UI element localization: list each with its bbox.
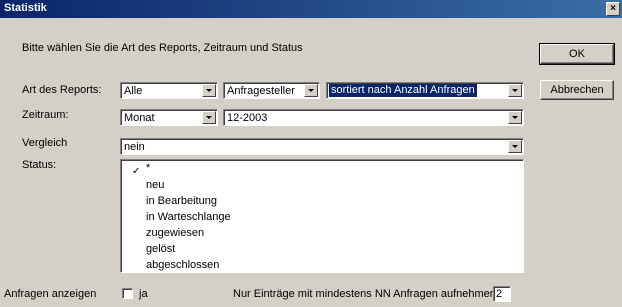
art-label: Art des Reports:: [22, 84, 102, 96]
anfragesteller-value: Anfragesteller: [227, 85, 295, 97]
chevron-down-icon[interactable]: [508, 140, 522, 153]
sortierung-select[interactable]: sortiert nach Anzahl Anfragen: [326, 82, 524, 99]
min-anfragen-input[interactable]: 2: [493, 286, 511, 302]
anfragesteller-select[interactable]: Anfragesteller: [223, 82, 320, 99]
status-label: Status:: [22, 159, 57, 171]
zeitraum-label: Zeitraum:: [22, 109, 69, 121]
status-item-abgeschlossen[interactable]: abgeschlossen: [146, 259, 219, 271]
status-listbox[interactable]: ✓ * neu in Bearbeitung in Warteschlange …: [120, 159, 524, 273]
chevron-down-icon[interactable]: [508, 84, 522, 97]
close-icon[interactable]: ×: [606, 2, 620, 16]
zeitraum-wert-select[interactable]: 12-2003: [223, 109, 524, 126]
cancel-button[interactable]: Abbrechen: [540, 80, 614, 100]
title-bar: Statistik ×: [0, 0, 622, 18]
status-item-in-bearbeitung[interactable]: in Bearbeitung: [146, 195, 217, 207]
chevron-down-icon[interactable]: [508, 111, 522, 124]
ja-label: ja: [139, 288, 148, 300]
zeitraum-wert-value: 12-2003: [227, 112, 268, 124]
zeitraum-typ-value: Monat: [124, 112, 155, 124]
statistik-dialog: Statistik × Bitte wählen Sie die Art des…: [0, 0, 622, 307]
vergleich-value: nein: [124, 141, 145, 153]
chevron-down-icon[interactable]: [202, 84, 216, 97]
art-select[interactable]: Alle: [120, 82, 218, 99]
status-item-zugewiesen[interactable]: zugewiesen: [146, 227, 204, 239]
chevron-down-icon[interactable]: [202, 111, 216, 124]
vergleich-select[interactable]: nein: [120, 138, 524, 155]
status-item-in-warteschlange[interactable]: in Warteschlange: [146, 211, 231, 223]
nur-eintraege-label: Nur Einträge mit mindestens NN Anfragen …: [233, 288, 496, 300]
status-item-geloest[interactable]: gelöst: [146, 243, 175, 255]
zeitraum-typ-select[interactable]: Monat: [120, 109, 218, 126]
vergleich-label: Vergleich: [22, 137, 68, 149]
ok-button[interactable]: OK: [539, 43, 615, 65]
status-item-neu[interactable]: neu: [146, 179, 164, 191]
chevron-down-icon[interactable]: [304, 84, 318, 97]
anfragen-anzeigen-checkbox[interactable]: [122, 288, 133, 299]
intro-text: Bitte wählen Sie die Art des Reports, Ze…: [22, 42, 303, 54]
art-value: Alle: [124, 85, 143, 97]
window-title: Statistik: [4, 2, 47, 14]
checkmark-icon: ✓: [132, 166, 141, 177]
sortierung-value: sortiert nach Anzahl Anfragen: [329, 84, 477, 97]
status-item-all[interactable]: *: [146, 162, 150, 174]
anfragen-anzeigen-label: Anfragen anzeigen: [4, 288, 97, 300]
